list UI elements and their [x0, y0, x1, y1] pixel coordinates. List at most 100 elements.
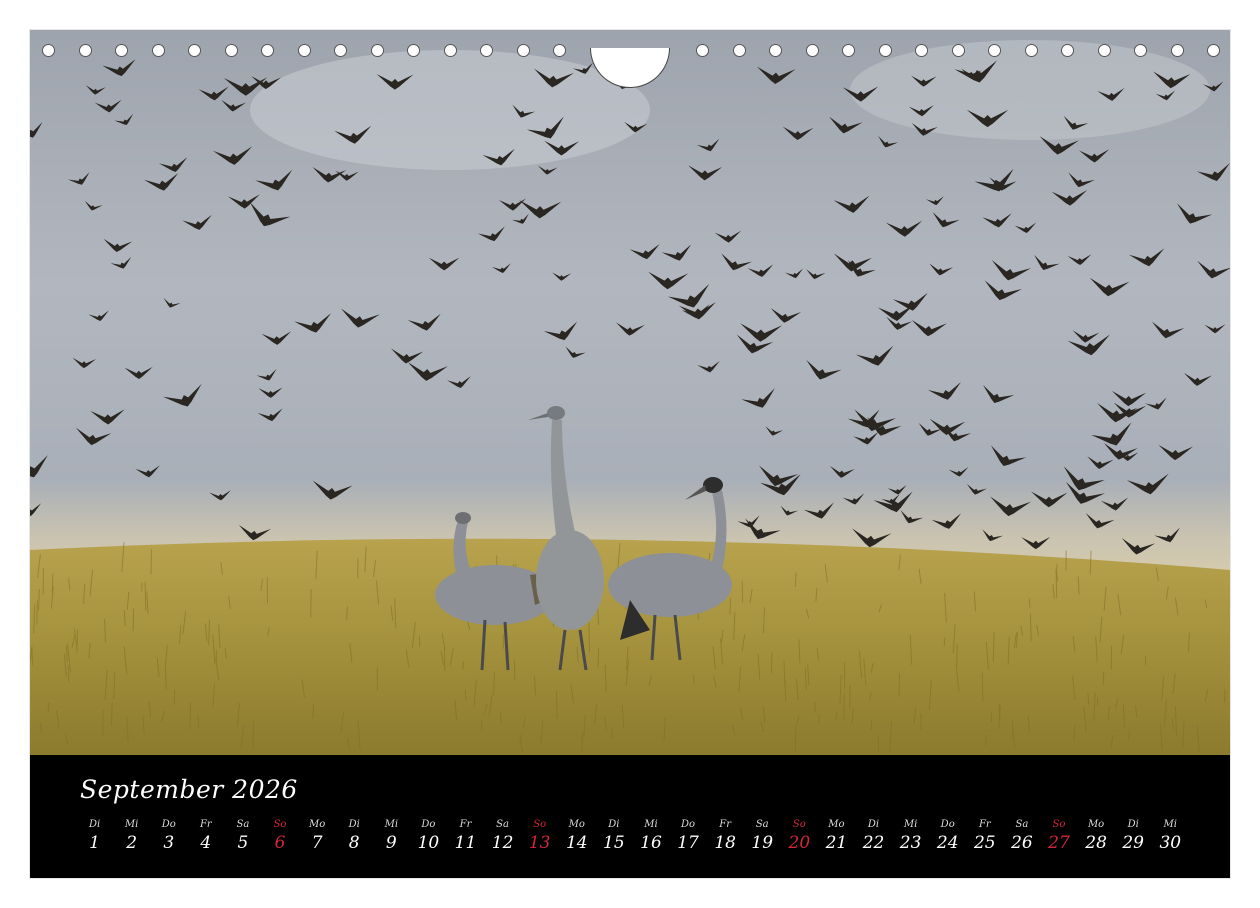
weekday-label: Fr: [199, 819, 212, 830]
day-number: 10: [417, 833, 440, 853]
weekday-label: Sa: [496, 819, 509, 830]
grass-blade: [312, 704, 314, 719]
grass-blade: [111, 702, 113, 726]
day-number: 14: [565, 833, 588, 853]
weekday-label: Do: [421, 819, 436, 830]
weekday-label: Sa: [1015, 819, 1029, 830]
day-cell: Sa 12: [484, 819, 521, 853]
binding-hole: [1134, 44, 1147, 57]
weekday-label: Do: [681, 819, 696, 830]
binding-hole: [42, 44, 55, 57]
weekday-label: Mi: [903, 819, 918, 830]
weekday-label: So: [533, 819, 547, 830]
day-number: 13: [528, 833, 551, 853]
binding-hole: [188, 44, 201, 57]
day-number: 8: [348, 833, 360, 853]
weekday-label: Mo: [308, 819, 326, 830]
day-number: 28: [1085, 833, 1107, 853]
grass-blade: [47, 702, 50, 713]
day-cell: Di 8: [336, 819, 373, 853]
day-number: 9: [385, 833, 397, 853]
weekday-label: Di: [88, 819, 101, 830]
day-cell: Di 1: [76, 819, 113, 853]
weekday-label: So: [1052, 819, 1066, 830]
day-cell: Sa 26: [1003, 819, 1040, 853]
day-number: 21: [825, 833, 848, 853]
binding-hole: [915, 44, 928, 57]
binding-hole: [553, 44, 566, 57]
day-number: 24: [936, 833, 959, 853]
grass-blade: [310, 588, 312, 618]
grass-blade: [1028, 598, 1031, 609]
day-number: 26: [1011, 833, 1033, 853]
grass-blade: [818, 714, 820, 725]
grass-blade: [418, 636, 421, 647]
grass-blade: [481, 719, 483, 731]
day-cell: Do 3: [150, 819, 187, 853]
day-cell: Di 29: [1115, 819, 1152, 853]
weekday-label: Di: [867, 819, 880, 830]
day-cell: Mo 21: [818, 819, 855, 853]
weekday-label: So: [273, 819, 287, 830]
grass-blade: [556, 691, 558, 719]
binding-hole: [1098, 44, 1111, 57]
day-cell: So 20: [781, 819, 818, 853]
day-cell: Do 10: [410, 819, 447, 853]
day-number: 22: [862, 833, 885, 853]
day-cell: Mi 30: [1152, 819, 1189, 853]
day-number: 18: [714, 833, 736, 853]
grass-blade: [981, 672, 984, 702]
day-cell: Mi 23: [892, 819, 929, 853]
binding-hole: [1061, 44, 1074, 57]
day-number: 25: [973, 833, 996, 853]
binding-hole: [115, 44, 128, 57]
weekday-label: Do: [940, 819, 955, 830]
day-number: 15: [603, 833, 625, 853]
binding-hole: [1025, 44, 1038, 57]
day-number: 19: [751, 833, 774, 853]
day-number: 3: [163, 833, 175, 853]
binding-hole: [733, 44, 746, 57]
weekday-label: Sa: [236, 819, 250, 830]
day-cell: Fr 18: [707, 819, 744, 853]
month-title: September 2026: [80, 775, 298, 804]
grass-blade: [132, 608, 135, 632]
weekday-label: Mi: [384, 819, 399, 830]
day-number: 6: [274, 833, 286, 853]
weekday-label: Di: [1127, 819, 1139, 830]
day-number: 11: [454, 833, 477, 853]
binding-hole: [1171, 44, 1184, 57]
day-number: 4: [200, 833, 212, 853]
day-number: 16: [640, 833, 662, 853]
day-number: 7: [311, 833, 323, 853]
day-number: 17: [677, 833, 699, 853]
binding-hole: [371, 44, 384, 57]
weekday-label: Do: [161, 819, 176, 830]
grass-blade: [898, 673, 900, 697]
binding-hole: [261, 44, 274, 57]
day-cell: So 13: [521, 819, 558, 853]
binding-hole: [517, 44, 530, 57]
binding-hole: [225, 44, 238, 57]
day-cell: Mo 7: [299, 819, 336, 853]
ring-binding: [30, 44, 1230, 88]
photo-scene: [30, 30, 1230, 755]
binding-hole: [79, 44, 92, 57]
day-number: 23: [899, 833, 922, 853]
day-number: 27: [1048, 833, 1070, 853]
day-number: 1: [89, 833, 100, 853]
calendar-strip: September 2026 Di 1 Mi 2 Do 3 Fr 4 Sa 5 So 6 Mo 7 Di 8 M…: [30, 755, 1230, 878]
grass-blade: [943, 637, 946, 647]
binding-hole: [480, 44, 493, 57]
grass-blade: [770, 651, 773, 674]
binding-hole: [1207, 44, 1220, 57]
day-cell: Fr 25: [966, 819, 1003, 853]
binding-hole: [842, 44, 855, 57]
binding-hole: [334, 44, 347, 57]
weekday-label: Fr: [459, 819, 472, 830]
grass-blade: [794, 726, 797, 753]
binding-hole: [444, 44, 457, 57]
grass-blade: [173, 689, 176, 705]
day-cell: Mi 9: [373, 819, 410, 853]
grass-blade: [597, 647, 600, 668]
